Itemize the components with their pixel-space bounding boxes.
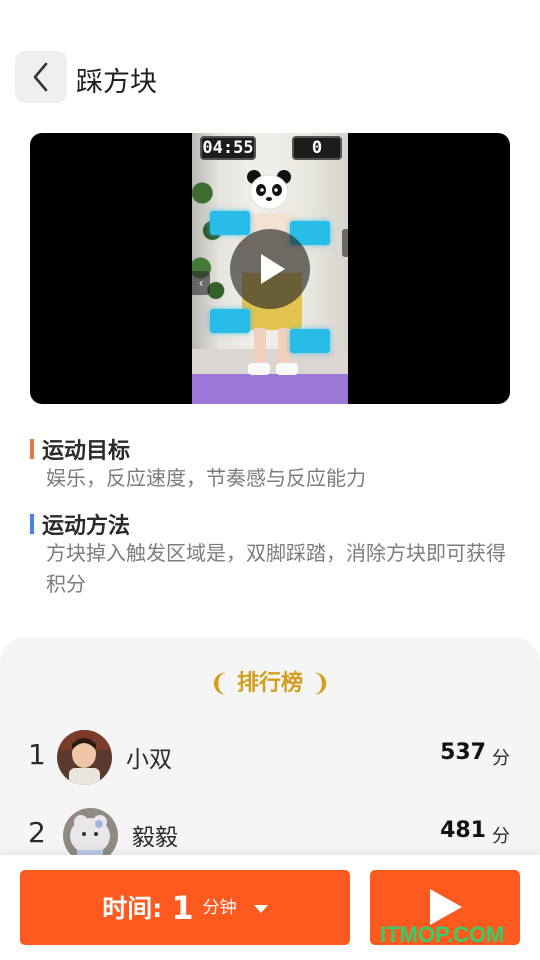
page-title: 踩方块 (76, 67, 157, 98)
time-select-content: 时间: 1 分钟 (20, 870, 350, 946)
goal-accent-bar (30, 439, 34, 459)
kid-leg (254, 328, 266, 368)
leaderboard-title-text: 排行榜 (236, 671, 303, 696)
avatar (57, 730, 112, 785)
rank-unit: 分 (492, 826, 510, 847)
watermark: ITMOP.COM (380, 922, 505, 947)
video-player[interactable]: 04:55 0 ‹ (30, 133, 510, 404)
rank-number: 2 (28, 816, 46, 849)
header: 踩方块 (0, 48, 540, 108)
chevron-left-small-icon[interactable]: ‹ (192, 271, 210, 295)
method-heading: 运动方法 (30, 508, 130, 540)
play-icon (430, 889, 462, 925)
time-unit: 分钟 (202, 898, 237, 918)
chevron-left-icon (33, 62, 48, 92)
kid-shoe (276, 363, 298, 375)
laurel-right-icon: ❩ (310, 669, 331, 697)
game-tile (210, 211, 250, 235)
floor-mat (192, 374, 348, 404)
play-button[interactable] (230, 229, 310, 309)
time-value: 1 (171, 889, 194, 927)
panda-face-icon (247, 170, 291, 210)
laurel-left-icon: ❨ (209, 669, 230, 697)
game-tile (210, 309, 250, 333)
caret-down-icon (253, 904, 268, 913)
time-select-button[interactable]: 时间: 1 分钟 (20, 870, 350, 945)
kid-shoe (248, 363, 270, 375)
method-text: 方块掉入触发区域是，双脚踩踏，消除方块即可获得积分 (46, 541, 506, 596)
rank-name: 小双 (126, 747, 172, 773)
frame-handle[interactable] (342, 229, 348, 257)
rank-score: 537 (440, 740, 486, 765)
goal-heading: 运动目标 (30, 433, 130, 465)
method-title: 运动方法 (42, 514, 131, 539)
game-timer: 04:55 (200, 136, 256, 160)
play-icon (261, 254, 285, 284)
method-accent-bar (30, 514, 34, 534)
leaderboard-row[interactable]: 1 小双 537 分 (0, 730, 540, 790)
game-score: 0 (292, 136, 342, 160)
goal-text: 娱乐，反应速度，节奏感与反应能力 (46, 466, 366, 490)
leaderboard-title: ❨ 排行榜 ❩ (0, 665, 540, 697)
game-tile (290, 329, 330, 353)
rank-score: 481 (440, 818, 486, 843)
time-label: 时间: (102, 894, 163, 923)
back-button[interactable] (15, 51, 67, 103)
rank-unit: 分 (492, 748, 510, 769)
goal-title: 运动目标 (42, 439, 131, 464)
kid-leg (278, 328, 290, 368)
rank-number: 1 (28, 738, 46, 771)
rank-name: 毅毅 (132, 825, 178, 851)
